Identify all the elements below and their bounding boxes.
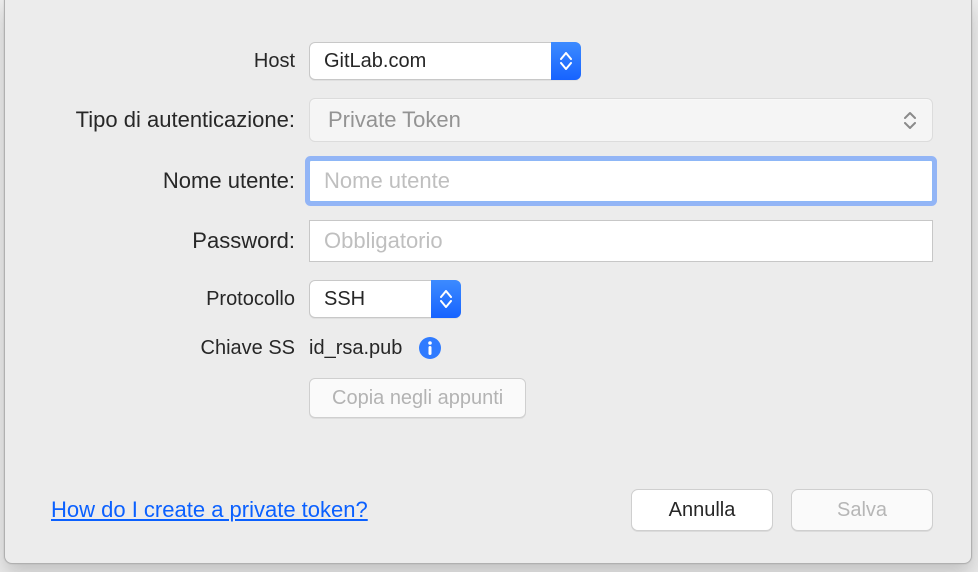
password-label: Password: xyxy=(35,228,309,254)
copy-to-clipboard-button[interactable]: Copia negli appunti xyxy=(309,378,526,418)
cancel-button[interactable]: Annulla xyxy=(631,489,773,531)
auth-type-select[interactable]: Private Token xyxy=(309,98,933,142)
ssh-key-label: Chiave SS xyxy=(35,337,309,360)
protocol-select[interactable]: SSH xyxy=(309,280,461,318)
auth-dialog: Host GitLab.com Tipo di autenticazione: xyxy=(4,0,972,564)
protocol-select-value: SSH xyxy=(324,288,365,310)
auth-type-label: Tipo di autenticazione: xyxy=(35,107,309,133)
auth-type-value: Private Token xyxy=(328,107,461,132)
host-select[interactable]: GitLab.com xyxy=(309,42,581,80)
info-icon[interactable] xyxy=(418,336,442,360)
chevron-up-down-icon xyxy=(904,105,920,135)
save-button[interactable]: Salva xyxy=(791,489,933,531)
copy-button-label: Copia negli appunti xyxy=(332,387,503,410)
ssh-key-file: id_rsa.pub xyxy=(309,337,402,360)
save-button-label: Salva xyxy=(837,499,887,522)
help-private-token-link[interactable]: How do I create a private token? xyxy=(51,497,368,523)
chevron-up-down-icon xyxy=(431,280,461,318)
username-label: Nome utente: xyxy=(35,168,309,194)
username-input[interactable] xyxy=(309,160,933,202)
protocol-label: Protocollo xyxy=(35,288,309,311)
cancel-button-label: Annulla xyxy=(669,499,736,522)
host-label: Host xyxy=(35,50,309,73)
password-input[interactable] xyxy=(309,220,933,262)
chevron-up-down-icon xyxy=(551,42,581,80)
host-select-value: GitLab.com xyxy=(324,50,426,72)
